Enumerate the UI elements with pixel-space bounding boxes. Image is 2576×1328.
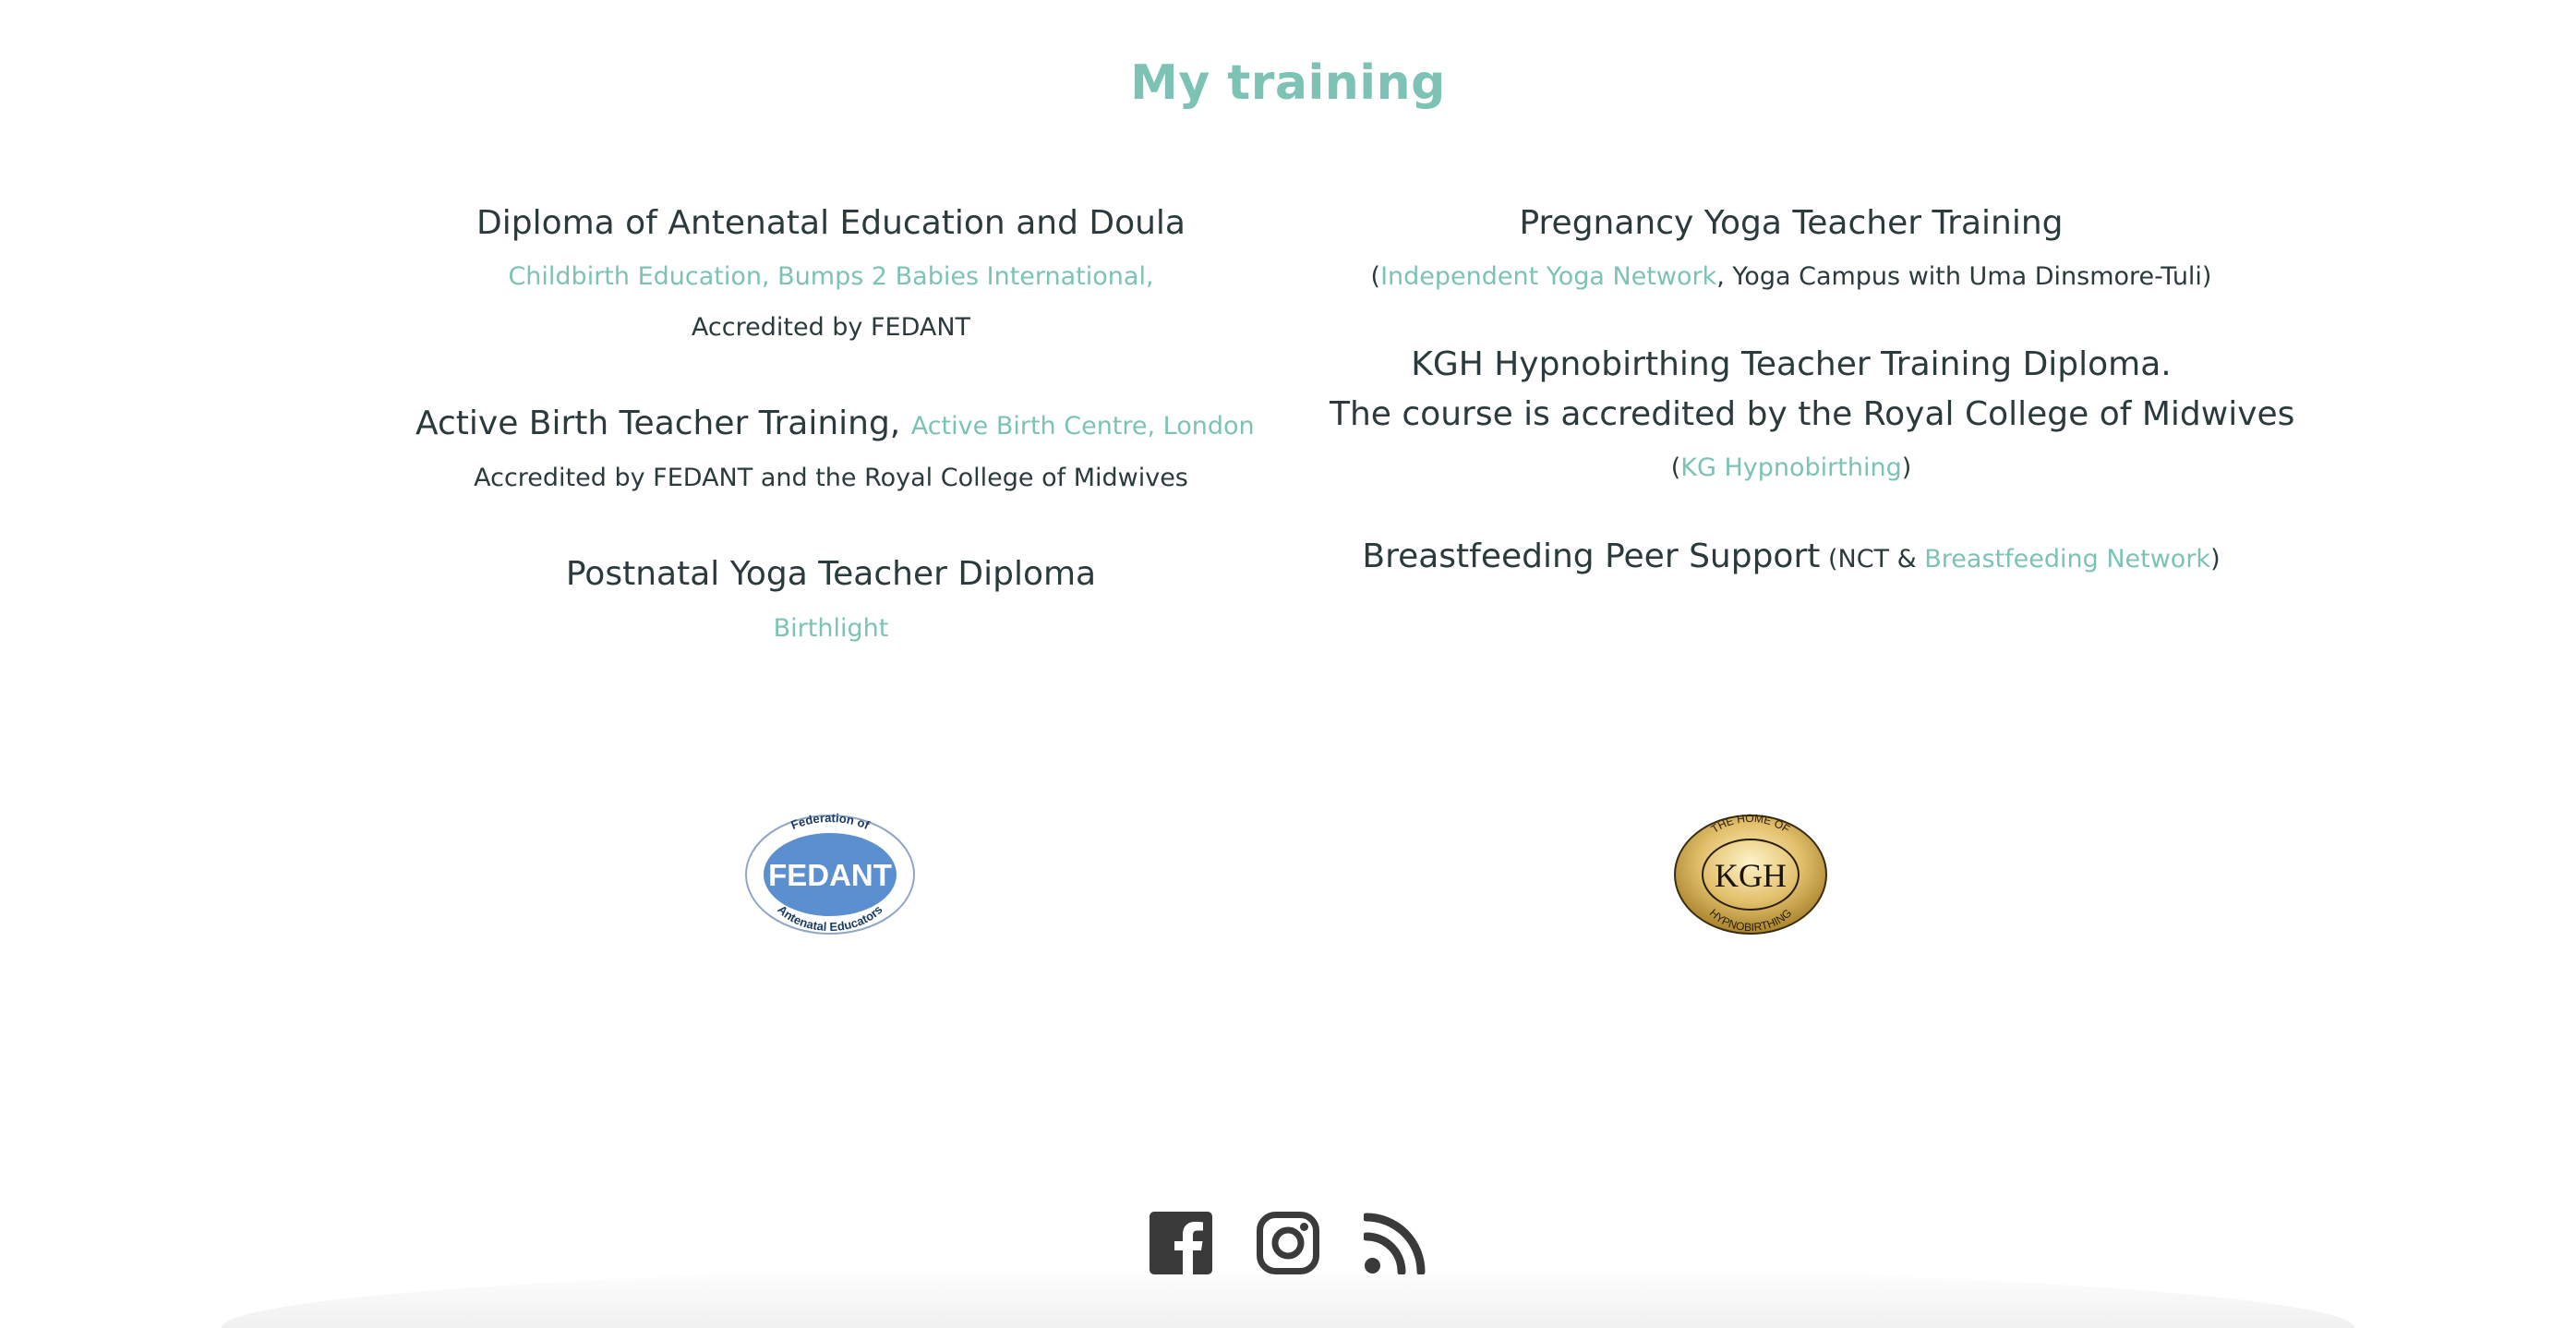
diploma-provider-link[interactable]: Childbirth Education, Bumps 2 Babies Int… [508,262,1153,291]
breastfeeding-provider-link[interactable]: Breastfeeding Network [1924,545,2210,573]
pregnancy-yoga-provider-link[interactable]: Independent Yoga Network [1380,262,1716,291]
kgh-details: (KG Hypnobirthing) [1330,450,2253,487]
training-column-right: Pregnancy Yoga Teacher Training (Indepen… [1330,0,2295,665]
kgh-title-line2: The course is accredited by the Royal Co… [1330,395,2295,433]
social-links [0,1212,2576,1276]
pregnancy-yoga-title: Pregnancy Yoga Teacher Training [1519,204,2064,242]
pregnancy-yoga-details: (Independent Yoga Network, Yoga Campus w… [1330,259,2253,296]
diploma-accreditation: Accredited by FEDANT [691,313,971,342]
kgh-provider-link[interactable]: KG Hypnobirthing [1680,453,1901,482]
kgh-main-text: KGH [1715,857,1787,894]
facebook-icon[interactable] [1150,1212,1212,1274]
active-birth-title: Active Birth Teacher Training, [415,404,901,442]
instagram-icon[interactable] [1257,1212,1319,1274]
kgh-logo: THE HOME OF KGH HYPNOBIRTHING [1673,812,1828,936]
close-paren: ) [2210,545,2221,573]
breastfeeding-title: Breastfeeding Peer Support [1362,537,1821,575]
breastfeeding-prefix: (NCT & [1820,545,1925,573]
active-birth-provider-link[interactable]: Active Birth Centre, London [911,412,1255,441]
diploma-title: Diploma of Antenatal Education and Doula [476,204,1186,242]
rss-icon[interactable] [1362,1212,1426,1276]
open-paren: ( [1670,453,1681,482]
postnatal-title: Postnatal Yoga Teacher Diploma [565,555,1097,593]
fedant-logo: Federation of FEDANT Antenatal Educators [744,811,916,936]
postnatal-provider-link[interactable]: Birthlight [774,614,889,643]
active-birth-accreditation: Accredited by FEDANT and the Royal Colle… [474,464,1188,492]
kgh-title-line1: KGH Hypnobirthing Teacher Training Diplo… [1411,345,2172,383]
active-birth-entry: Active Birth Teacher Training, Active Bi… [415,399,1255,452]
training-column-left: Diploma of Antenatal Education and Doula… [415,0,1255,665]
breastfeeding-entry: Breastfeeding Peer Support (NCT & Breast… [1330,532,2253,585]
open-paren: ( [1370,262,1381,291]
fedant-main-text: FEDANT [768,858,892,892]
footer-shadow [222,1265,2354,1328]
pregnancy-yoga-rest: , Yoga Campus with Uma Dinsmore-Tuli) [1716,262,2212,291]
close-paren: ) [1901,453,1912,482]
